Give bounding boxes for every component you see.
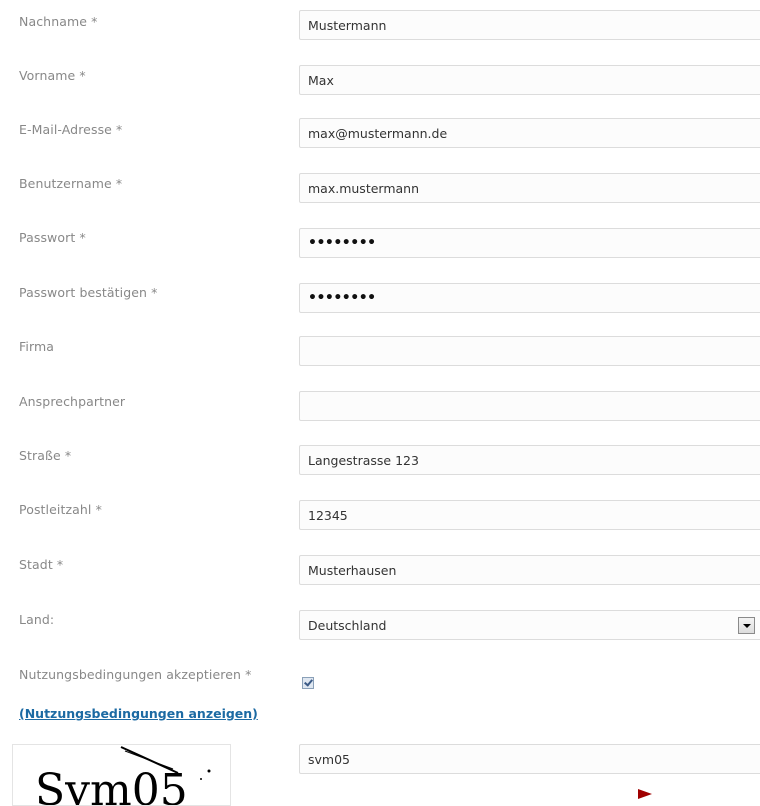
benutzername-input[interactable]: max.mustermann (299, 173, 760, 203)
password-confirm-input[interactable]: •••••••• (299, 283, 760, 313)
ansprechpartner-input[interactable] (299, 391, 760, 421)
password-input[interactable]: •••••••• (299, 228, 760, 258)
chevron-down-icon[interactable] (738, 617, 755, 634)
captcha-input[interactable]: svm05 (299, 744, 760, 774)
terms-checkbox[interactable] (302, 677, 314, 689)
label-email: E-Mail-Adresse * (19, 122, 123, 137)
land-select[interactable]: Deutschland (299, 610, 760, 640)
postleitzahl-input[interactable]: 12345 (299, 500, 760, 530)
captcha-graphic: Svm05 (35, 746, 211, 805)
stadt-input[interactable]: Musterhausen (299, 555, 760, 585)
email-input[interactable]: max@mustermann.de (299, 118, 760, 148)
label-firma: Firma (19, 339, 55, 354)
label-nachname: Nachname * (19, 14, 98, 29)
captcha-image: Svm05 (12, 744, 231, 806)
captcha-text: Svm05 (35, 765, 188, 805)
label-passwort: Passwort * (19, 230, 86, 245)
label-passwort-bestaetigen: Passwort bestätigen * (19, 285, 158, 300)
terms-link[interactable]: (Nutzungsbedingungen anzeigen) (19, 706, 258, 721)
vorname-input[interactable]: Max (299, 65, 760, 95)
strasse-input[interactable]: Langestrasse 123 (299, 445, 760, 475)
label-benutzername: Benutzername * (19, 176, 123, 191)
firma-input[interactable] (299, 336, 760, 366)
label-postleitzahl: Postleitzahl * (19, 502, 102, 517)
label-strasse: Straße * (19, 448, 72, 463)
label-land: Land: (19, 612, 55, 627)
nachname-input[interactable]: Mustermann (299, 10, 760, 40)
label-terms: Nutzungsbedingungen akzeptieren * (19, 667, 252, 682)
label-stadt: Stadt * (19, 557, 64, 572)
label-ansprechpartner: Ansprechpartner (19, 394, 126, 409)
label-vorname: Vorname * (19, 68, 86, 83)
